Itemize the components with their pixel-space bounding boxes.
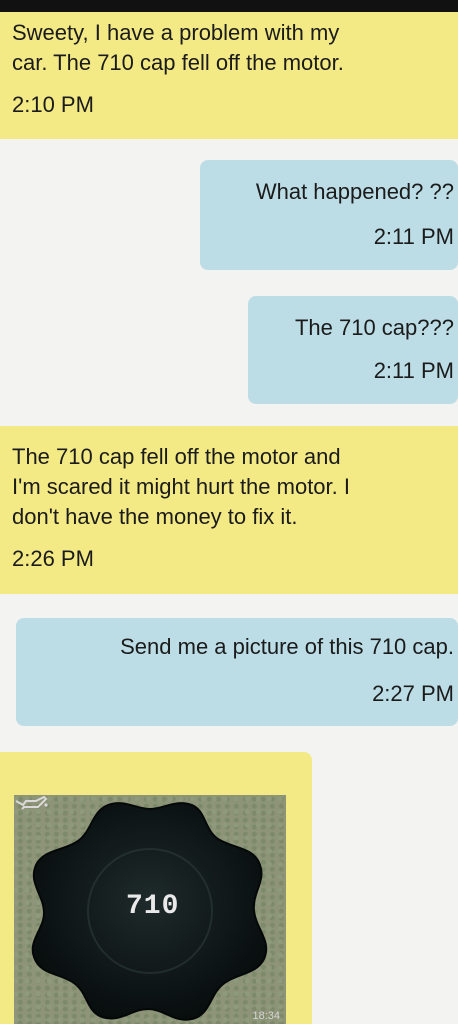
oil-can-icon (15, 795, 48, 810)
message-text: Send me a picture of this 710 cap. (120, 634, 454, 659)
sent-message[interactable]: Send me a picture of this 710 cap. 2:27 … (16, 618, 458, 726)
cap-marking: 710 (126, 891, 180, 922)
received-message[interactable]: The 710 cap fell off the motor and I'm s… (0, 426, 458, 594)
message-timestamp: 2:26 PM (12, 546, 94, 571)
message-timestamp: 2:11 PM (373, 224, 454, 249)
message-timestamp: 2:10 PM (12, 92, 94, 117)
received-message[interactable]: Sweety, I have a problem with my car. Th… (0, 12, 458, 139)
sent-message[interactable]: What happened? ?? 2:11 PM (200, 160, 458, 270)
oil-cap-photo[interactable]: 710 18:34 (14, 795, 286, 1024)
top-status-bar (0, 0, 458, 12)
photo-timestamp: 18:34 (252, 1010, 280, 1022)
message-text: The 710 cap??? (294, 315, 454, 340)
sent-message[interactable]: The 710 cap??? 2:11 PM (248, 296, 458, 404)
message-timestamp: 2:27 PM (372, 681, 454, 706)
message-text: Sweety, I have a problem with my car. Th… (12, 20, 344, 75)
message-text: The 710 cap fell off the motor and I'm s… (12, 444, 350, 529)
message-text: What happened? ?? (255, 179, 454, 204)
message-timestamp: 2:11 PM (373, 358, 454, 383)
